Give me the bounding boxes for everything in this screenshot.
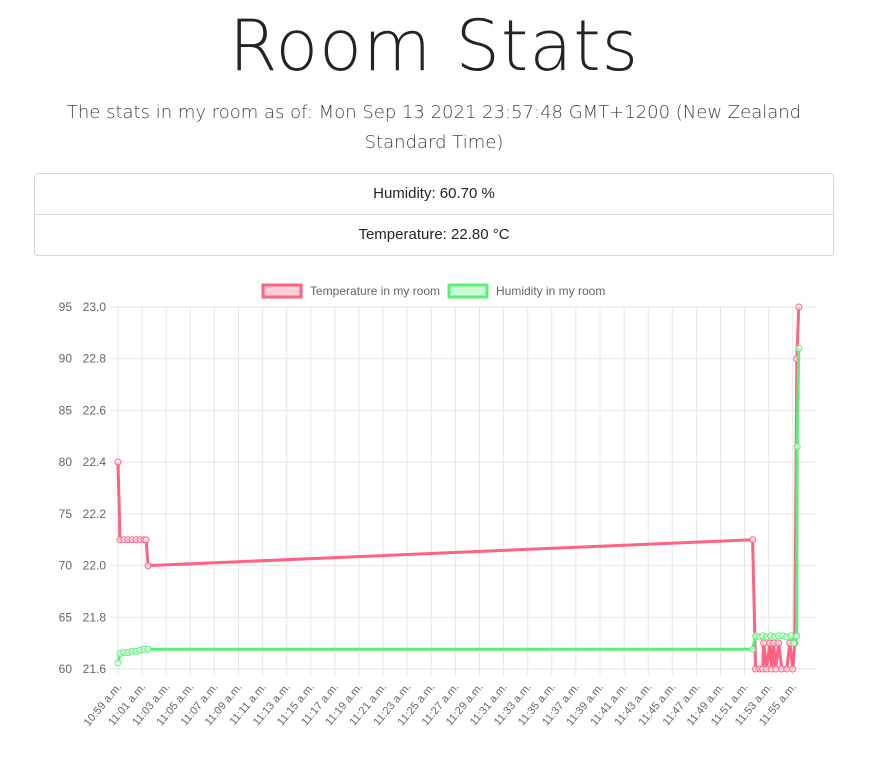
stats-list: Humidity: 60.70 % Temperature: 22.80 °C: [34, 173, 834, 256]
y-right-tick-label: 21.8: [83, 610, 107, 624]
temperature-data-point: [114, 458, 122, 466]
y-right-tick-label: 22.6: [83, 403, 107, 417]
legend-swatch: [261, 283, 303, 299]
legend-label: Humidity in my room: [496, 284, 605, 298]
temperature-data-point: [783, 665, 791, 673]
humidity-data-point: [793, 443, 801, 451]
temperature-data-point: [789, 665, 797, 673]
page: Room Stats The stats in my room as of: M…: [0, 0, 890, 782]
temperature-stat: Temperature: 22.80 °C: [35, 214, 833, 255]
room-stats-chart: 60 65 70 75 80 85 90 95 21.6 21.8 22.0 22.2 22.4 22.6…: [59, 283, 817, 729]
y-left-tick-label: 95: [59, 300, 73, 314]
y-left-tick-label: 80: [59, 455, 73, 469]
temperature-data-point: [795, 303, 803, 311]
humidity-data-point: [144, 645, 152, 653]
y-left-tick-label: 90: [59, 352, 73, 366]
temperature-data-point: [749, 536, 757, 544]
y-left-tick-label: 60: [59, 662, 73, 676]
y-left-tick-label: 65: [59, 610, 73, 624]
page-subtitle: The stats in my room as of: Mon Sep 13 2…: [66, 102, 802, 153]
legend-label: Temperature in my room: [310, 284, 440, 298]
temperature-data-point: [772, 665, 780, 673]
y-right-tick-label: 22.4: [83, 455, 107, 469]
y-right-tick-label: 22.8: [83, 352, 107, 366]
temperature-data-point: [144, 562, 152, 570]
y-left-tick-label: 85: [59, 403, 73, 417]
y-right-tick-label: 22.0: [83, 559, 107, 573]
humidity-data-point: [793, 632, 801, 640]
temperature-data-point: [142, 536, 150, 544]
y-right-tick-label: 22.2: [83, 507, 107, 521]
humidity-data-point: [749, 645, 757, 653]
y-left-tick-label: 70: [59, 559, 73, 573]
temperature-data-point: [775, 639, 783, 647]
page-title: Room Stats: [228, 5, 640, 87]
temperature-data-point: [760, 639, 768, 647]
humidity-data-point: [790, 639, 798, 647]
legend-swatch: [447, 283, 489, 299]
humidity-data-point: [114, 659, 122, 667]
y-right-tick-label: 23.0: [83, 300, 107, 314]
humidity-stat: Humidity: 60.70 %: [373, 185, 495, 202]
humidity-data-point: [795, 344, 803, 352]
y-left-tick-label: 75: [59, 507, 73, 521]
y-right-tick-label: 21.6: [83, 662, 107, 676]
